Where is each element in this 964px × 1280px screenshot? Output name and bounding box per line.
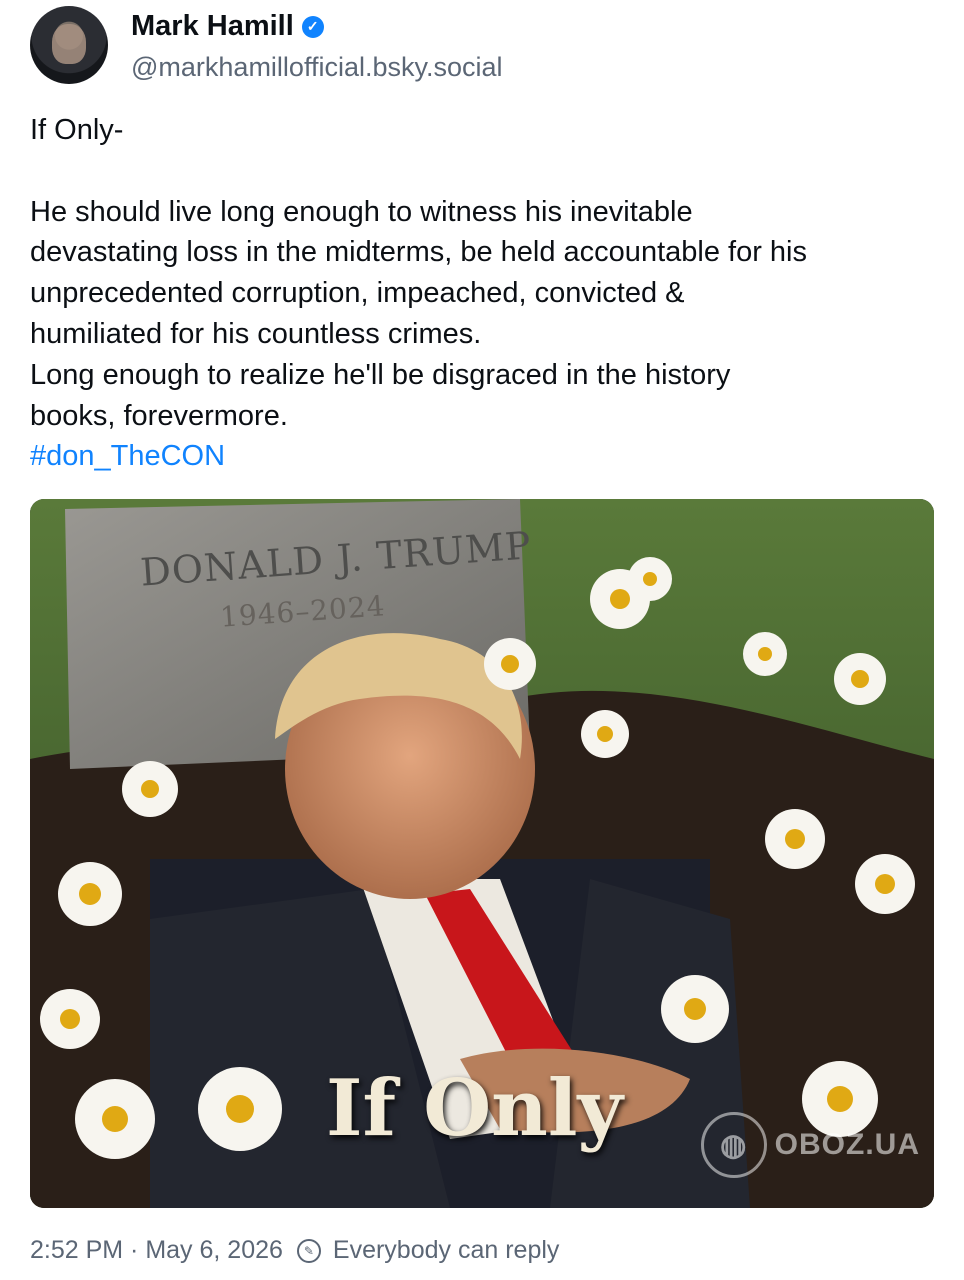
post-timestamp[interactable]: 2:52 PM · May 6, 2026	[30, 1236, 283, 1265]
hashtag-link[interactable]: #don_TheCON	[30, 436, 930, 477]
post-line: unprecedented corruption, impeached, con…	[30, 277, 685, 310]
globe-icon: ◍	[700, 1112, 767, 1178]
author-display-name[interactable]: Mark Hamill	[131, 10, 294, 43]
post-line: books, forevermore.	[30, 399, 288, 432]
watermark-text: OBOZ.UA	[774, 1128, 920, 1161]
post-line: devastating loss in the midterms, be hel…	[30, 236, 807, 269]
image-caption: If Only	[326, 1063, 623, 1154]
post-meta: 2:52 PM · May 6, 2026 ✎ Everybody can re…	[30, 1236, 559, 1265]
reply-setting-label[interactable]: Everybody can reply	[333, 1236, 560, 1265]
watermark: ◍ OBOZ.UA	[700, 1112, 920, 1178]
reply-settings-icon: ✎	[296, 1238, 321, 1263]
post-line: Long enough to realize he'll be disgrace…	[30, 358, 731, 391]
author-avatar[interactable]	[30, 6, 108, 84]
post-header: Mark Hamill ✓ @markhamillofficial.bsky.s…	[30, 6, 930, 86]
post-line: humiliated for his countless crimes.	[30, 317, 482, 350]
post-line: He should live long enough to witness hi…	[30, 195, 693, 228]
author-handle[interactable]: @markhamillofficial.bsky.social	[131, 52, 503, 83]
post-body: If Only- He should live long enough to w…	[30, 110, 930, 477]
author-name-row: Mark Hamill ✓	[131, 10, 324, 43]
post-title-line: If Only-	[30, 114, 124, 146]
post-image[interactable]: DONALD J. TRUMP 1946–2024 If Only ◍ OBOZ…	[30, 499, 934, 1208]
verified-check-icon: ✓	[301, 15, 324, 38]
